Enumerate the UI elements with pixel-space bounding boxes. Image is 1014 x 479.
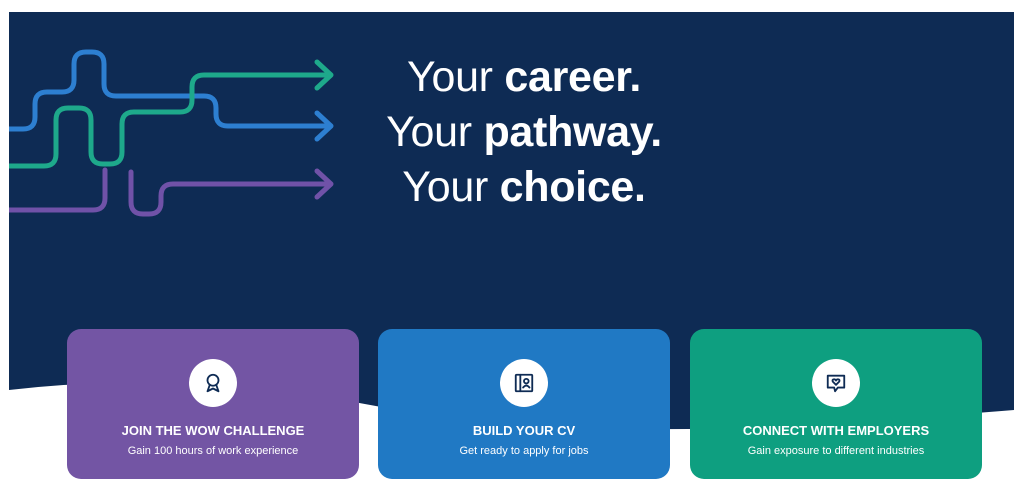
card-connect-employers[interactable]: CONNECT WITH EMPLOYERS Gain exposure to … (690, 329, 982, 479)
card-icon-circle (812, 359, 860, 407)
award-ribbon-icon (206, 373, 220, 393)
card-title: JOIN THE WOW CHALLENGE (121, 423, 305, 438)
card-subtitle: Get ready to apply for jobs (459, 445, 589, 457)
cv-profile-icon (514, 373, 534, 393)
card-icon-circle (189, 359, 237, 407)
card-build-cv[interactable]: BUILD YOUR CV Get ready to apply for job… (378, 329, 670, 479)
card-title: BUILD YOUR CV (472, 423, 576, 438)
card-subtitle: Gain 100 hours of work experience (127, 445, 299, 457)
card-wow-challenge[interactable]: JOIN THE WOW CHALLENGE Gain 100 hours of… (67, 329, 359, 479)
card-subtitle: Gain exposure to different industries (747, 445, 925, 457)
card-icon-circle (500, 359, 548, 407)
card-title: CONNECT WITH EMPLOYERS (742, 423, 930, 438)
heart-chat-icon (826, 374, 846, 393)
